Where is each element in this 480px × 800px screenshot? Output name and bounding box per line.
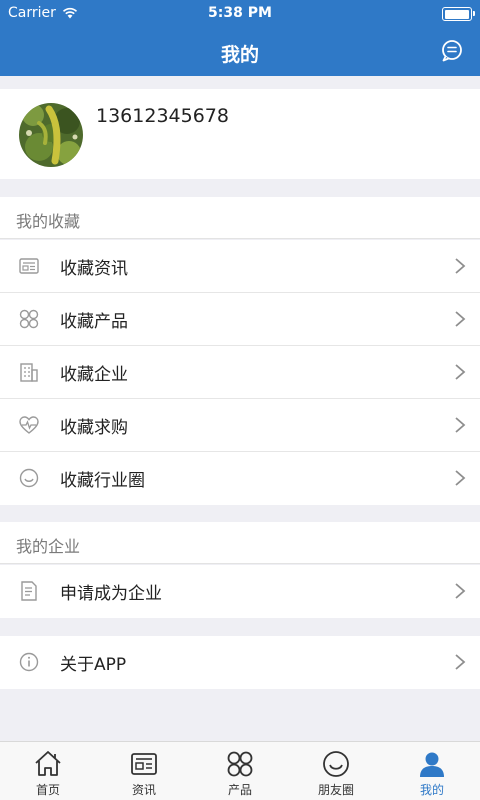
heartbeat-icon [19, 416, 39, 434]
clock: 5:38 PM [208, 5, 272, 21]
row-label: 收藏资讯 [60, 259, 128, 279]
news-icon [19, 258, 39, 274]
tab-label: 我的 [419, 783, 444, 797]
chat-bubble-icon[interactable] [438, 37, 466, 65]
building-icon [20, 363, 38, 382]
product-grid-icon [19, 309, 39, 329]
row-label: 收藏企业 [60, 365, 128, 385]
tab-bar: 首页 资讯 产品 朋友圈 我的 [0, 741, 480, 800]
chevron-right-icon [455, 417, 466, 433]
chevron-right-icon [455, 364, 466, 380]
favorite-products-row[interactable]: 收藏产品 [0, 293, 480, 346]
favorite-companies-row[interactable]: 收藏企业 [0, 346, 480, 399]
favorites-section-header: 我的收藏 [0, 197, 480, 239]
favorite-circles-row[interactable]: 收藏行业圈 [0, 452, 480, 505]
section-title: 我的收藏 [16, 212, 81, 231]
tab-friends-circle[interactable]: 朋友圈 [288, 742, 384, 800]
favorite-purchases-row[interactable]: 收藏求购 [0, 399, 480, 452]
home-icon [35, 751, 61, 776]
about-app-row[interactable]: 关于APP [0, 636, 480, 689]
smile-circle-icon [19, 468, 39, 488]
person-icon [420, 752, 444, 777]
tab-mine[interactable]: 我的 [384, 742, 480, 800]
nav-bar: 我的 [0, 28, 480, 76]
tab-label: 产品 [227, 783, 252, 797]
tab-home[interactable]: 首页 [0, 742, 96, 800]
chevron-right-icon [455, 258, 466, 274]
phone-number: 13612345678 [96, 105, 229, 127]
smile-circle-icon [323, 751, 349, 777]
profile-card[interactable]: 13612345678 [0, 89, 480, 179]
row-label: 关于APP [60, 655, 127, 675]
row-label: 收藏产品 [60, 312, 128, 332]
tab-label: 资讯 [131, 783, 156, 797]
chevron-right-icon [455, 311, 466, 327]
battery-icon [442, 7, 475, 21]
row-label: 申请成为企业 [60, 584, 162, 604]
company-section-header: 我的企业 [0, 522, 480, 564]
section-title: 我的企业 [16, 537, 81, 556]
tab-label: 朋友圈 [317, 783, 354, 797]
favorite-news-row[interactable]: 收藏资讯 [0, 240, 480, 293]
chevron-right-icon [455, 470, 466, 486]
status-bar: Carrier 5:38 PM [0, 0, 480, 28]
info-icon [19, 652, 39, 672]
row-label: 收藏求购 [60, 418, 128, 438]
chevron-right-icon [455, 654, 466, 670]
page-title: 我的 [220, 44, 259, 66]
avatar[interactable] [19, 103, 83, 167]
chevron-right-icon [455, 583, 466, 599]
apply-company-row[interactable]: 申请成为企业 [0, 565, 480, 618]
avatar-photo [19, 103, 83, 167]
news-icon [131, 753, 157, 775]
tab-products[interactable]: 产品 [192, 742, 288, 800]
tab-label: 首页 [35, 783, 60, 797]
battery-fill [444, 9, 469, 19]
product-grid-icon [227, 751, 253, 777]
row-label: 收藏行业圈 [60, 471, 145, 491]
tab-news[interactable]: 资讯 [96, 742, 192, 800]
document-icon [21, 581, 37, 601]
